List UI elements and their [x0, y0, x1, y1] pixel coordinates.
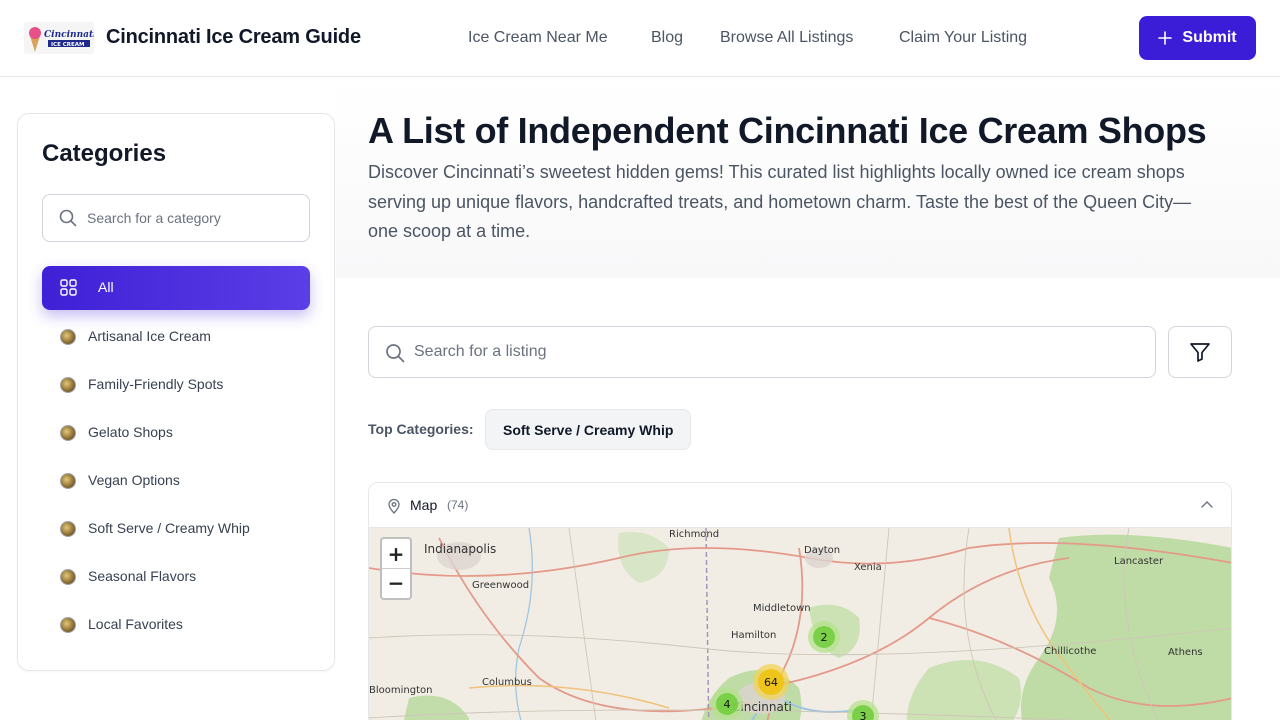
category-thumbnail: [60, 569, 76, 585]
nav-ice-cream-near-me[interactable]: Ice Cream Near Me: [468, 29, 608, 47]
search-icon: [386, 344, 405, 363]
svg-text:Cincinnati: Cincinnati: [44, 30, 94, 40]
category-item-seasonal-flavors[interactable]: Seasonal Flavors: [42, 558, 310, 594]
listing-search-input[interactable]: [414, 327, 1144, 377]
map-cluster-marker[interactable]: 2: [808, 621, 840, 653]
grid-icon: [60, 279, 77, 296]
category-item-artisanal-ice-cream[interactable]: Artisanal Ice Cream: [42, 318, 310, 354]
category-all-label: All: [98, 279, 114, 295]
map-city-label: Lancaster: [1114, 556, 1164, 567]
map-header[interactable]: Map (74): [369, 483, 1231, 528]
map-cluster-marker[interactable]: 64: [753, 664, 789, 700]
category-item-gelato-shops[interactable]: Gelato Shops: [42, 414, 310, 450]
site-logo[interactable]: Cincinnati ICE CREAM: [24, 22, 94, 54]
page-title: A List of Independent Cincinnati Ice Cre…: [368, 110, 1207, 151]
category-thumbnail: [60, 425, 76, 441]
category-item-label: Local Favorites: [88, 616, 183, 632]
category-thumbnail: [60, 377, 76, 393]
zoom-out-button[interactable]: −: [382, 568, 410, 597]
site-header: Cincinnati ICE CREAM Cincinnati Ice Crea…: [0, 0, 1280, 77]
submit-button-label: Submit: [1182, 29, 1237, 46]
map-city-label: Greenwood: [472, 580, 530, 591]
chevron-up-icon[interactable]: [1201, 500, 1213, 508]
category-item-vegan-options[interactable]: Vegan Options: [42, 462, 310, 498]
map-panel: Map (74) + − Indianapolis Richmond Dayto…: [368, 482, 1232, 720]
map-city-label: Columbus: [482, 677, 532, 688]
category-search: [42, 194, 310, 242]
category-thumbnail: [60, 521, 76, 537]
listing-search: [368, 326, 1156, 378]
category-item-soft-serve[interactable]: Soft Serve / Creamy Whip: [42, 510, 310, 546]
map-cluster-count: 2: [813, 626, 835, 648]
map-city-label: Indianapolis: [424, 542, 497, 556]
plus-icon: [1158, 31, 1173, 45]
map-city-label: Bloomington: [369, 685, 433, 696]
category-thumbnail: [60, 617, 76, 633]
map-view[interactable]: + − Indianapolis Richmond Dayton Xenia L…: [369, 528, 1231, 720]
nav-blog[interactable]: Blog: [651, 29, 683, 47]
top-categories-label: Top Categories:: [368, 421, 474, 437]
map-cluster-count: 4: [716, 693, 738, 715]
category-item-label: Vegan Options: [88, 472, 180, 488]
submit-button[interactable]: Submit: [1139, 16, 1256, 60]
map-city-label: Middletown: [753, 603, 811, 614]
categories-sidebar: Categories All Artisanal Ice Cream Famil…: [17, 113, 335, 671]
zoom-in-button[interactable]: +: [382, 539, 410, 568]
page-description: Discover Cincinnati’s sweetest hidden ge…: [368, 162, 1192, 241]
nav-browse-all-listings[interactable]: Browse All Listings: [720, 29, 853, 47]
map-city-label: Xenia: [854, 562, 882, 573]
category-item-family-friendly-spots[interactable]: Family-Friendly Spots: [42, 366, 310, 402]
category-item-label: Family-Friendly Spots: [88, 376, 224, 392]
filter-button[interactable]: [1168, 326, 1232, 378]
hero-section: A List of Independent Cincinnati Ice Cre…: [336, 78, 1280, 278]
category-item-label: Gelato Shops: [88, 424, 173, 440]
category-item-local-favorites[interactable]: Local Favorites: [42, 606, 310, 642]
map-cluster-marker[interactable]: 4: [711, 688, 743, 720]
category-thumbnail: [60, 329, 76, 345]
map-city-label: Hamilton: [731, 630, 777, 641]
svg-text:ICE CREAM: ICE CREAM: [51, 42, 85, 48]
search-icon: [59, 209, 77, 227]
category-thumbnail: [60, 473, 76, 489]
nav-claim-your-listing[interactable]: Claim Your Listing: [899, 29, 1027, 47]
map-city-label: Dayton: [804, 545, 841, 556]
category-item-label: Artisanal Ice Cream: [88, 328, 211, 344]
category-item-label: Seasonal Flavors: [88, 568, 197, 584]
map-title: Map: [410, 497, 438, 513]
top-category-chip-soft-serve[interactable]: Soft Serve / Creamy Whip: [485, 409, 692, 450]
map-tiles: [369, 528, 1231, 720]
map-city-label: Athens: [1168, 647, 1203, 658]
map-city-label: Richmond: [669, 529, 720, 540]
map-cluster-count: 64: [758, 669, 784, 695]
category-item-label: Soft Serve / Creamy Whip: [88, 520, 250, 536]
sidebar-title: Categories: [42, 140, 167, 167]
category-search-input[interactable]: [87, 195, 302, 241]
funnel-icon: [1190, 343, 1210, 362]
map-pin-icon: [388, 498, 400, 514]
map-cluster-count: 3: [852, 705, 874, 720]
map-city-label: Chillicothe: [1044, 646, 1097, 657]
ice-cream-logo-icon: Cincinnati ICE CREAM: [24, 22, 94, 54]
site-title[interactable]: Cincinnati Ice Cream Guide: [106, 26, 361, 49]
map-listing-count: (74): [447, 498, 469, 512]
zoom-control: + −: [380, 537, 412, 600]
category-all[interactable]: All: [42, 266, 310, 310]
